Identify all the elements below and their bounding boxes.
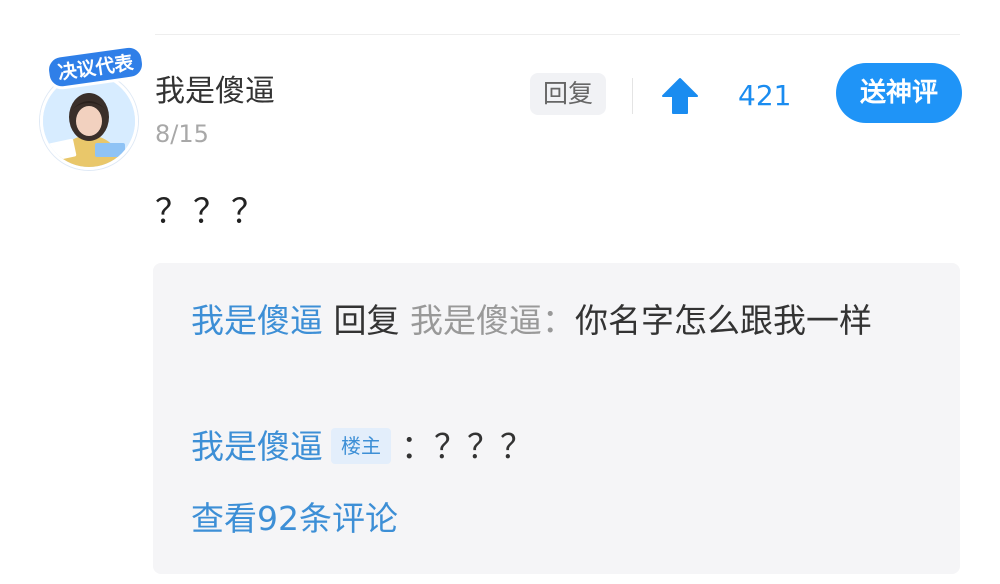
- reply-target[interactable]: 我是傻逼：: [410, 301, 575, 340]
- reply-text: ：？？？: [401, 427, 533, 466]
- action-divider: [632, 78, 633, 114]
- reply-item[interactable]: 我是傻逼 楼主 ：？？？: [191, 423, 920, 471]
- post-date: 8/15: [155, 120, 209, 148]
- reply-thread: 我是傻逼 回复 我是傻逼：你名字怎么跟我一样 我是傻逼 楼主：？？？ 查看92条评…: [153, 263, 960, 574]
- post-username[interactable]: 我是傻逼: [155, 72, 275, 112]
- reply-author[interactable]: 我是傻逼: [191, 427, 323, 466]
- comment-page: 决议代表 我是傻逼 8/15 回复 421 送神评 ？？？ 我是傻逼 回复 我是…: [0, 0, 1000, 584]
- view-more-comments-link[interactable]: 查看92条评论: [191, 495, 398, 543]
- reply-author[interactable]: 我是傻逼: [191, 301, 323, 340]
- god-comment-button[interactable]: 送神评: [836, 63, 962, 123]
- upvote-count: 421: [738, 79, 792, 112]
- top-divider: [155, 34, 960, 35]
- owner-badge: 楼主: [331, 427, 391, 464]
- post-content: ？？？: [155, 192, 269, 232]
- reply-verb: 回复: [333, 301, 400, 340]
- reply-item[interactable]: 我是傻逼 回复 我是傻逼：你名字怎么跟我一样: [191, 297, 920, 345]
- arrow-up-icon[interactable]: [660, 76, 700, 116]
- avatar-badge: 决议代表: [43, 42, 147, 92]
- reply-text: 你名字怎么跟我一样: [575, 301, 872, 340]
- reply-button[interactable]: 回复: [530, 73, 606, 115]
